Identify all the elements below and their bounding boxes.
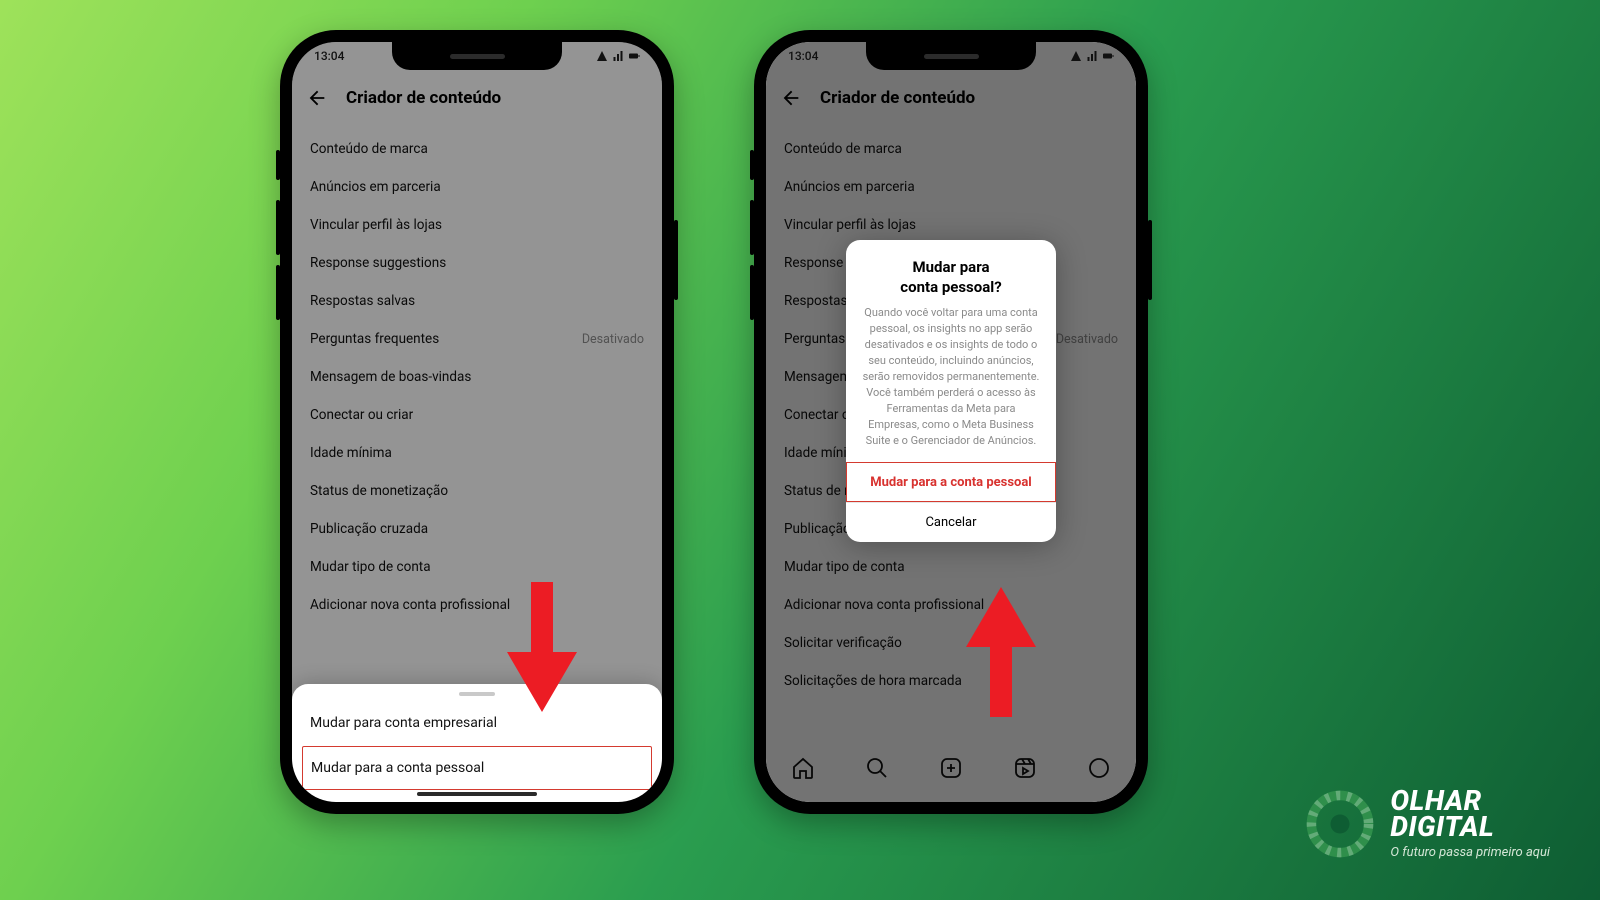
page-header: Criador de conteúdo	[766, 76, 1136, 120]
page-title: Criador de conteúdo	[346, 88, 501, 108]
brand-tagline: O futuro passa primeiro aqui	[1390, 845, 1550, 860]
list-item[interactable]: Adicionar nova conta profissional	[766, 586, 1136, 624]
list-item[interactable]: Vincular perfil às lojas	[766, 206, 1136, 244]
dialog-confirm-button[interactable]: Mudar para a conta pessoal	[846, 462, 1056, 502]
list-item[interactable]: Vincular perfil às lojas	[292, 206, 662, 244]
brand-line2: DIGITAL	[1390, 814, 1550, 841]
status-icons	[596, 50, 640, 62]
list-item[interactable]: Perguntas frequentesDesativado	[292, 320, 662, 358]
nav-create-icon[interactable]	[939, 756, 963, 780]
list-item[interactable]: Idade mínima	[292, 434, 662, 472]
status-icons	[1070, 50, 1114, 62]
status-time: 13:04	[314, 49, 344, 63]
back-arrow-icon[interactable]	[306, 87, 328, 109]
dialog-title: Mudar paraconta pessoal?	[846, 240, 1056, 305]
phone-right: 13:04 Criador de conteúdo Conteúdo de ma…	[754, 30, 1148, 814]
phone-notch	[866, 42, 1036, 70]
phone-left: 13:04 Criador de conteúdo Conteúdo de ma…	[280, 30, 674, 814]
bottom-sheet: Mudar para conta empresarial Mudar para …	[292, 684, 662, 802]
list-item[interactable]: Solicitações de hora marcada	[766, 662, 1136, 700]
page-header: Criador de conteúdo	[292, 76, 662, 120]
list-item[interactable]: Response suggestions	[292, 244, 662, 282]
nav-profile-icon[interactable]	[1087, 756, 1111, 780]
nav-reels-icon[interactable]	[1013, 756, 1037, 780]
list-item[interactable]: Mensagem de boas-vindas	[292, 358, 662, 396]
dialog-cancel-button[interactable]: Cancelar	[846, 502, 1056, 542]
confirm-dialog: Mudar paraconta pessoal? Quando você vol…	[846, 240, 1056, 542]
annotation-arrow-up-icon	[966, 587, 1036, 721]
brand-logo-icon	[1306, 790, 1374, 858]
list-item[interactable]: Conteúdo de marca	[766, 130, 1136, 168]
screen-left: 13:04 Criador de conteúdo Conteúdo de ma…	[292, 42, 662, 802]
switch-personal-option[interactable]: Mudar para a conta pessoal	[302, 746, 652, 790]
list-item[interactable]: Anúncios em parceria	[292, 168, 662, 206]
list-item[interactable]: Respostas salvas	[292, 282, 662, 320]
tutorial-graphic: { "status": { "time": "13:04" }, "screen…	[0, 0, 1600, 900]
list-item[interactable]: Solicitar verificação	[766, 624, 1136, 662]
back-arrow-icon[interactable]	[780, 87, 802, 109]
home-indicator[interactable]	[417, 792, 537, 796]
sheet-grabber[interactable]	[459, 692, 495, 696]
screen-right: 13:04 Criador de conteúdo Conteúdo de ma…	[766, 42, 1136, 802]
brand-watermark: OLHAR DIGITAL O futuro passa primeiro aq…	[1306, 788, 1550, 860]
status-time: 13:04	[788, 49, 818, 63]
list-item[interactable]: Mudar tipo de conta	[292, 548, 662, 586]
nav-home-icon[interactable]	[791, 756, 815, 780]
page-title: Criador de conteúdo	[820, 88, 975, 108]
list-item[interactable]: Adicionar nova conta profissional	[292, 586, 662, 624]
list-item[interactable]: Conectar ou criar	[292, 396, 662, 434]
switch-business-option[interactable]: Mudar para conta empresarial	[292, 700, 662, 746]
bottom-nav	[766, 742, 1136, 802]
status-tag: Desativado	[1056, 332, 1118, 347]
list-item[interactable]: Mudar tipo de conta	[766, 548, 1136, 586]
list-item[interactable]: Status de monetização	[292, 472, 662, 510]
list-item[interactable]: Conteúdo de marca	[292, 130, 662, 168]
list-item[interactable]: Publicação cruzada	[292, 510, 662, 548]
status-tag: Desativado	[582, 332, 644, 347]
nav-search-icon[interactable]	[865, 756, 889, 780]
annotation-arrow-down-icon	[507, 582, 577, 716]
phone-notch	[392, 42, 562, 70]
list-item[interactable]: Anúncios em parceria	[766, 168, 1136, 206]
dialog-body: Quando você voltar para uma conta pessoa…	[846, 305, 1056, 462]
